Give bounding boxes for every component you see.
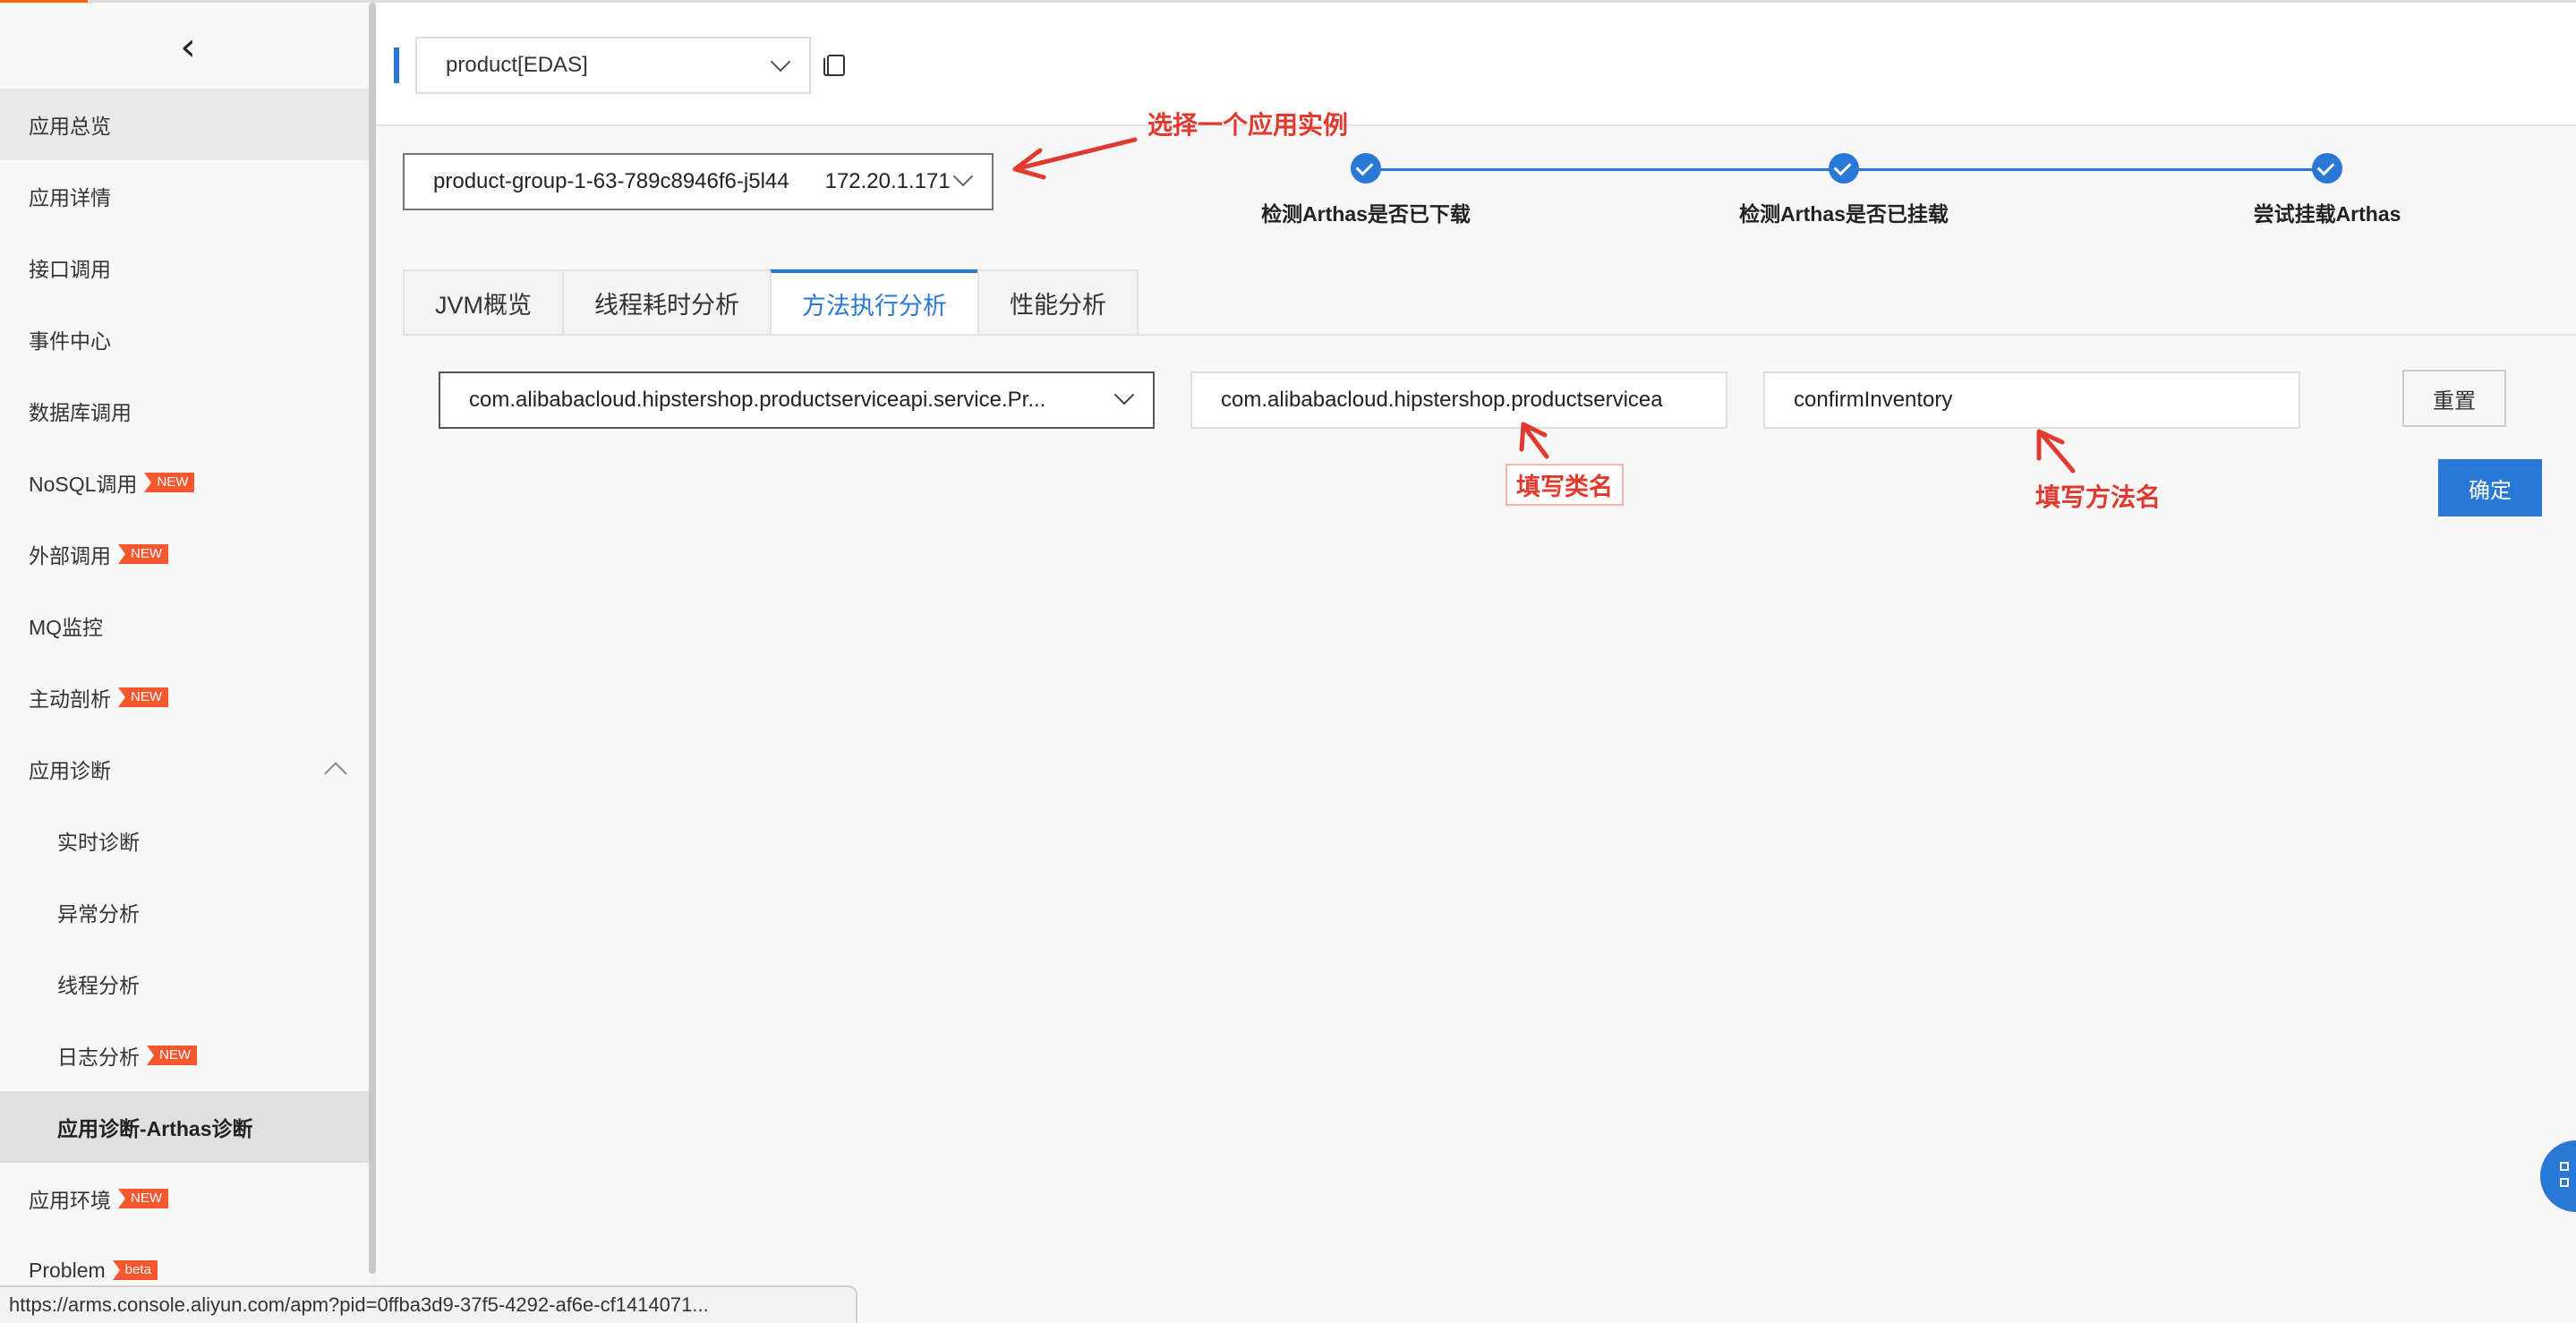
- tab-thread-time-analysis[interactable]: 线程耗时分析: [562, 269, 770, 336]
- new-badge: NEW: [118, 687, 168, 707]
- sidebar-item-label: 主动剖析: [29, 687, 111, 711]
- new-badge: NEW: [147, 1046, 197, 1065]
- sidebar-item-label: NoSQL调用: [29, 473, 138, 496]
- sidebar-item[interactable]: 线程分析: [0, 948, 371, 1020]
- interface-select[interactable]: com.alibabacloud.hipstershop.productserv…: [439, 371, 1155, 429]
- sidebar-item[interactable]: 应用诊断-Arthas诊断: [0, 1091, 371, 1163]
- sidebar-item[interactable]: 实时诊断: [0, 805, 371, 876]
- main-content: product[EDAS] product-group-1-63-789c894…: [376, 3, 2576, 1323]
- annotation-fill-class: 填写类名: [1506, 464, 1624, 506]
- step-label: 检测Arthas是否已下载: [1261, 202, 1471, 226]
- chevron-down-icon: [770, 51, 791, 73]
- sidebar-item-label: 日志分析: [57, 1046, 140, 1069]
- sidebar-item-label: 实时诊断: [57, 831, 140, 854]
- sidebar-item-label: Problem: [29, 1258, 106, 1282]
- new-badge: NEW: [118, 1189, 168, 1208]
- confirm-button[interactable]: 确定: [2438, 459, 2542, 516]
- sidebar-item[interactable]: 应用环境 NEW: [0, 1163, 371, 1234]
- sidebar-item-label: 线程分析: [57, 974, 140, 997]
- step-check-icon: [2312, 153, 2342, 184]
- new-badge: NEW: [118, 544, 168, 564]
- app-select-value: product[EDAS]: [446, 53, 588, 77]
- header-marker: [394, 47, 399, 83]
- analysis-tabs: JVM概览 线程耗时分析 方法执行分析 性能分析: [403, 269, 1139, 336]
- method-name-input[interactable]: [1763, 371, 2300, 429]
- annotation-select-instance: 选择一个应用实例: [1147, 111, 1349, 139]
- sidebar-item[interactable]: 接口调用: [0, 232, 371, 303]
- app-select[interactable]: product[EDAS]: [415, 37, 811, 94]
- sidebar-item[interactable]: 外部调用 NEW: [0, 518, 371, 590]
- step-check-icon: [1351, 153, 1381, 184]
- sidebar-item[interactable]: 应用总览: [0, 89, 371, 160]
- sidebar-item-label: MQ监控: [29, 616, 104, 639]
- reset-button[interactable]: 重置: [2402, 370, 2506, 427]
- sidebar-item[interactable]: 应用详情: [0, 160, 371, 232]
- step-connector-1: [1366, 168, 1855, 171]
- header-bar: product[EDAS]: [376, 3, 2576, 126]
- interface-select-value: com.alibabacloud.hipstershop.productserv…: [469, 388, 1046, 412]
- tabs-divider: [403, 334, 2576, 336]
- sidebar-item-label: 数据库调用: [29, 401, 132, 424]
- step-connector-2: [1844, 168, 2333, 171]
- tab-performance-analysis[interactable]: 性能分析: [977, 269, 1139, 336]
- copy-icon[interactable]: [823, 53, 845, 76]
- sidebar-item-label: 应用环境: [29, 1189, 111, 1212]
- sidebar-item[interactable]: 日志分析 NEW: [0, 1020, 371, 1091]
- sidebar-item-label: 应用总览: [29, 115, 111, 138]
- new-badge: NEW: [144, 473, 195, 492]
- back-arrow-icon[interactable]: ‹: [170, 26, 206, 69]
- sidebar-item-label: 应用详情: [29, 186, 111, 209]
- instance-ip: 172.20.1.171: [824, 169, 951, 193]
- chevron-up-icon: [324, 762, 347, 785]
- step-label: 尝试挂载Arthas: [2253, 202, 2401, 226]
- sidebar-scrollbar[interactable]: [369, 3, 376, 1274]
- step-check-icon: [1829, 153, 1859, 184]
- link-preview-statusbar: https://arms.console.aliyun.com/apm?pid=…: [0, 1285, 857, 1323]
- sidebar-item-label: 事件中心: [29, 329, 111, 353]
- sidebar-item-label: 外部调用: [29, 544, 111, 568]
- class-name-input[interactable]: [1190, 371, 1727, 429]
- sidebar-item[interactable]: MQ监控: [0, 590, 371, 662]
- sidebar-item[interactable]: 应用诊断: [0, 733, 371, 805]
- annotation-fill-method: 填写方法名: [2035, 483, 2162, 511]
- sidebar-item[interactable]: 异常分析: [0, 876, 371, 948]
- instance-select[interactable]: product-group-1-63-789c8946f6-j5l44 172.…: [403, 153, 994, 210]
- sidebar-item[interactable]: 主动剖析 NEW: [0, 662, 371, 733]
- grid-icon-cell: [2560, 1178, 2569, 1187]
- sidebar-item-label: 应用诊断: [29, 759, 111, 782]
- chevron-down-icon: [1113, 384, 1135, 405]
- chevron-down-icon: [952, 166, 974, 187]
- instance-name: product-group-1-63-789c8946f6-j5l44: [433, 169, 789, 193]
- sidebar-item-label: 异常分析: [57, 902, 140, 926]
- new-badge: beta: [112, 1260, 158, 1280]
- sidebar-item[interactable]: NoSQL调用 NEW: [0, 447, 371, 518]
- grid-icon: [2560, 1162, 2569, 1171]
- tab-jvm-overview[interactable]: JVM概览: [403, 269, 562, 336]
- tab-method-execution-analysis[interactable]: 方法执行分析: [770, 269, 977, 336]
- sidebar-item-label: 接口调用: [29, 258, 111, 281]
- sidebar: ‹ 应用总览应用详情接口调用事件中心数据库调用 NoSQL调用 NEW 外部调用 NEW…: [0, 3, 371, 1323]
- sidebar-item[interactable]: 事件中心: [0, 303, 371, 375]
- sidebar-item[interactable]: 数据库调用: [0, 375, 371, 447]
- sidebar-nav: 应用总览应用详情接口调用事件中心数据库调用 NoSQL调用 NEW 外部调用 NEW MQ…: [0, 89, 371, 1306]
- step-label: 检测Arthas是否已挂载: [1739, 202, 1949, 226]
- sidebar-item-label: 应用诊断-Arthas诊断: [57, 1117, 253, 1140]
